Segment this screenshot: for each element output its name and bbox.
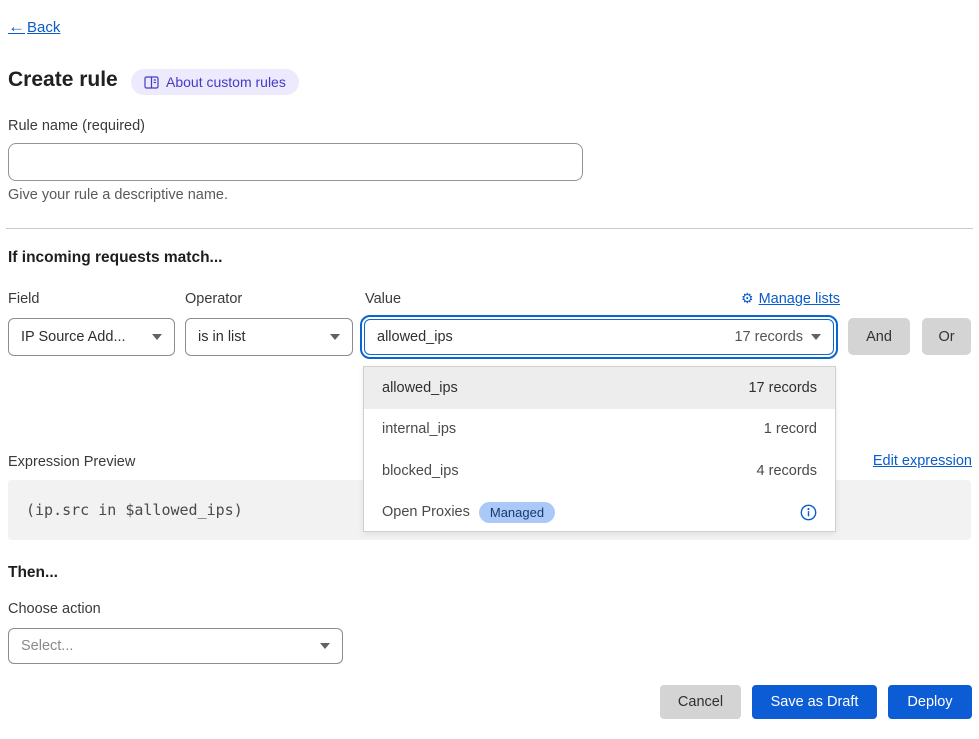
book-icon [144, 76, 159, 89]
expression-preview-label: Expression Preview [8, 454, 135, 470]
chevron-down-icon [811, 334, 821, 340]
list-name: allowed_ips [382, 380, 458, 396]
chevron-down-icon [320, 643, 330, 649]
operator-label: Operator [185, 291, 242, 307]
list-dropdown: allowed_ips 17 records internal_ips 1 re… [363, 366, 836, 532]
list-name: Open Proxies [382, 504, 470, 520]
action-select[interactable]: Select... [8, 628, 343, 664]
list-name: internal_ips [382, 421, 456, 437]
dropdown-item-open-proxies[interactable]: Open Proxies Managed [364, 492, 835, 534]
action-select-placeholder: Select... [21, 638, 73, 654]
rule-name-input[interactable] [8, 143, 583, 181]
about-badge-label: About custom rules [166, 74, 286, 90]
gear-icon: ⚙ [741, 290, 754, 307]
value-select-value: allowed_ips [377, 329, 453, 345]
dropdown-item-allowed-ips[interactable]: allowed_ips 17 records [364, 367, 835, 409]
match-section-heading: If incoming requests match... [8, 249, 222, 267]
deploy-button[interactable]: Deploy [888, 685, 972, 719]
save-as-draft-button[interactable]: Save as Draft [752, 685, 877, 719]
and-button[interactable]: And [848, 318, 910, 355]
value-select[interactable]: allowed_ips 17 records [360, 315, 838, 359]
manage-lists-link[interactable]: ⚙ Manage lists [741, 290, 840, 307]
chevron-down-icon [152, 334, 162, 340]
list-record-count: 17 records [748, 380, 817, 396]
rule-name-helper: Give your rule a descriptive name. [8, 187, 228, 203]
operator-select-value: is in list [198, 329, 246, 345]
list-name: blocked_ips [382, 463, 459, 479]
section-divider [6, 228, 973, 229]
field-select[interactable]: IP Source Add... [8, 318, 175, 356]
rule-name-label: Rule name (required) [8, 118, 145, 134]
value-select-meta: 17 records [734, 329, 803, 345]
operator-select[interactable]: is in list [185, 318, 353, 356]
manage-lists-label: Manage lists [759, 291, 840, 307]
expression-code: (ip.src in $allowed_ips) [26, 501, 243, 519]
about-custom-rules-badge[interactable]: About custom rules [131, 69, 299, 95]
managed-badge: Managed [479, 502, 555, 523]
edit-expression-link[interactable]: Edit expression [873, 453, 972, 469]
back-arrow-icon: ← [8, 17, 25, 37]
dropdown-item-blocked-ips[interactable]: blocked_ips 4 records [364, 450, 835, 492]
back-label: Back [27, 19, 60, 36]
create-rule-page: ←Back Create rule About custom rules Rul… [0, 0, 979, 739]
then-section-heading: Then... [8, 564, 58, 582]
page-title: Create rule [8, 68, 118, 92]
list-record-count: 1 record [764, 421, 817, 437]
field-select-value: IP Source Add... [21, 329, 126, 345]
list-record-count: 4 records [757, 463, 817, 479]
info-icon[interactable] [800, 504, 817, 521]
back-link[interactable]: ←Back [8, 17, 60, 37]
or-button[interactable]: Or [922, 318, 971, 355]
choose-action-label: Choose action [8, 601, 101, 617]
field-label: Field [8, 291, 39, 307]
cancel-button[interactable]: Cancel [660, 685, 741, 719]
chevron-down-icon [330, 334, 340, 340]
dropdown-item-internal-ips[interactable]: internal_ips 1 record [364, 409, 835, 451]
value-label: Value [365, 291, 401, 307]
